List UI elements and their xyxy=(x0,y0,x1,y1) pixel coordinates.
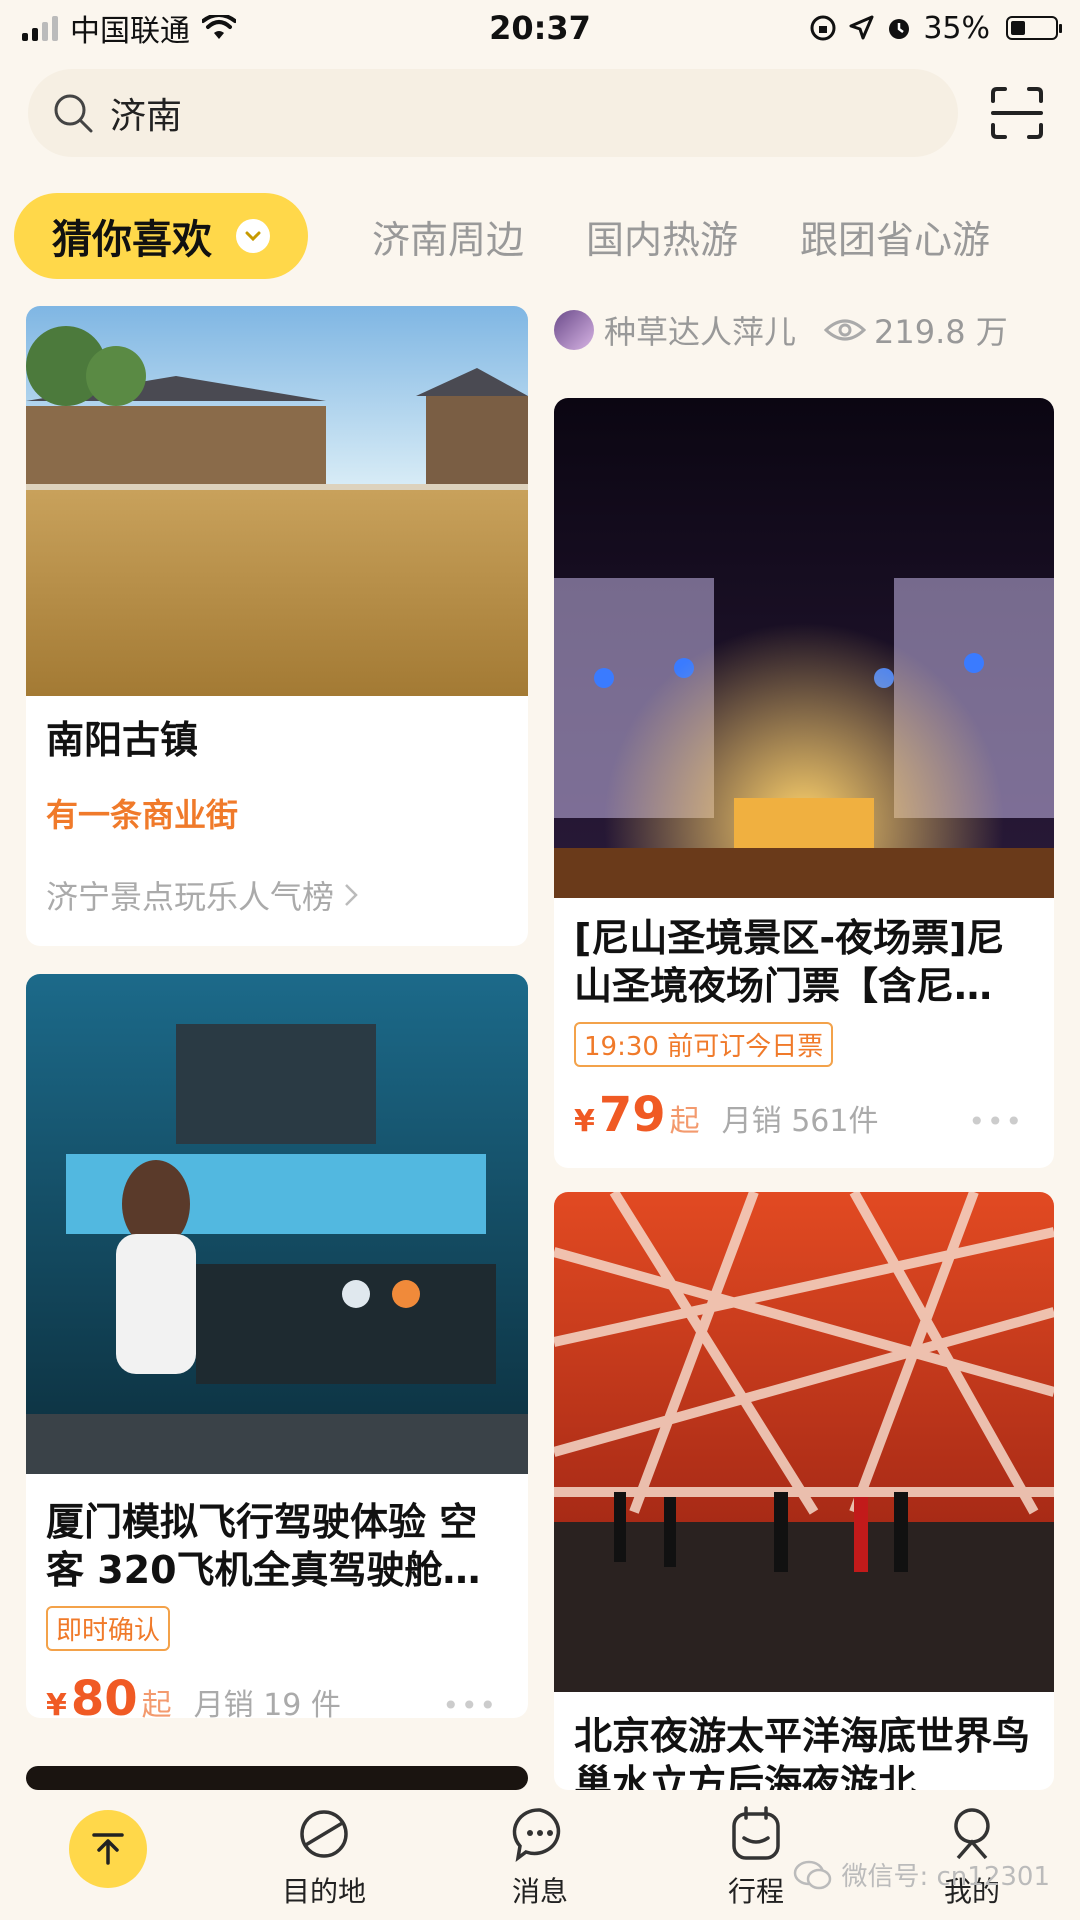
views-value: 219.8 万 xyxy=(874,313,1008,351)
tab-group-tour[interactable]: 跟团省心游 xyxy=(800,209,990,264)
message-icon xyxy=(512,1808,561,1863)
watermark: 微信号: cn12301 xyxy=(793,1856,1050,1893)
price-value: 80 xyxy=(70,1671,138,1718)
card-image xyxy=(26,974,528,1474)
bottom-nav: 目的地 消息 行程 我的 xyxy=(0,1790,1080,1920)
feed-card-beijing-night[interactable]: 北京夜游太平洋海底世界鸟巢水立方后海夜游北 xyxy=(554,1192,1054,1790)
eye-icon xyxy=(824,319,867,341)
feed-card-next[interactable] xyxy=(26,1766,528,1790)
card-title: [尼山圣境景区-夜场票]尼山圣境夜场门票【含尼… xyxy=(574,916,1005,1008)
status-right: 35% xyxy=(809,10,1062,46)
battery-icon xyxy=(1006,16,1062,40)
price-row: ¥ 79 起 月销 561件 ••• xyxy=(574,1087,1034,1143)
ranking-link[interactable]: 济宁景点玩乐人气榜 xyxy=(46,872,508,918)
card-title: 北京夜游太平洋海底世界鸟巢水立方后海夜游北 xyxy=(574,1714,1031,1790)
booking-badge: 19:30 前可订今日票 xyxy=(574,1022,834,1067)
rotation-lock-icon xyxy=(810,15,836,41)
search-value: 济南 xyxy=(110,96,183,137)
scan-button[interactable] xyxy=(982,78,1052,148)
profile-icon xyxy=(954,1808,990,1860)
battery-percent: 35% xyxy=(923,10,990,46)
nav-label: 行程 xyxy=(727,1875,784,1908)
watermark-text: 微信号: cn12301 xyxy=(841,1862,1050,1892)
scan-icon xyxy=(991,87,1043,139)
signal-icon xyxy=(22,15,58,41)
ranking-link-label: 济宁景点玩乐人气榜 xyxy=(46,878,335,916)
card-subtitle: 有一条商业街 xyxy=(46,796,239,834)
status-bar: 中国联通 20:37 35% xyxy=(0,0,1080,56)
card-title: 南阳古镇 xyxy=(46,718,199,762)
tab-domestic-hot[interactable]: 国内热游 xyxy=(586,209,738,264)
feed-card-nanyang[interactable]: 南阳古镇 有一条商业街 济宁景点玩乐人气榜 xyxy=(26,306,528,946)
monthly-sales: 月销 561件 xyxy=(721,1104,879,1139)
price-row: ¥ 80 起 月销 19 件 ••• xyxy=(46,1671,508,1718)
instant-confirm-badge: 即时确认 xyxy=(46,1606,171,1651)
ticket-icon xyxy=(732,1806,780,1860)
tab-active-label: 猜你喜欢 xyxy=(52,217,212,263)
nav-destination[interactable]: 目的地 xyxy=(244,1804,404,1910)
wechat-icon xyxy=(794,1860,832,1889)
price-suffix: 起 xyxy=(141,1688,172,1718)
more-icon[interactable]: ••• xyxy=(968,1105,1024,1138)
back-to-top-icon[interactable] xyxy=(69,1810,147,1888)
avatar xyxy=(554,310,594,350)
tab-jinan-nearby[interactable]: 济南周边 xyxy=(372,209,524,264)
nav-label: 目的地 xyxy=(281,1875,366,1908)
author-name: 种草达人萍儿 xyxy=(604,313,797,351)
card-image xyxy=(26,306,528,696)
search-row: 济南 xyxy=(28,68,1052,158)
chevron-down-icon[interactable] xyxy=(236,219,270,253)
card-image xyxy=(554,398,1054,898)
search-icon xyxy=(54,94,93,133)
currency-symbol: ¥ xyxy=(574,1104,595,1139)
nav-home[interactable] xyxy=(28,1804,188,1888)
price-suffix: 起 xyxy=(669,1104,700,1139)
wifi-icon xyxy=(202,15,236,39)
carrier-label: 中国联通 xyxy=(70,14,190,49)
feed-card-flight-sim[interactable]: 厦门模拟飞行驾驶体验 空客 320飞机全真驾驶舱… 即时确认 ¥ 80 起 月销… xyxy=(26,974,528,1718)
category-tabs: 猜你喜欢 济南周边 国内热游 跟团省心游 xyxy=(14,192,1080,280)
price-value: 79 xyxy=(598,1087,666,1143)
nav-label: 消息 xyxy=(511,1875,568,1908)
alarm-icon xyxy=(889,19,910,39)
planet-icon xyxy=(300,1810,348,1858)
search-input[interactable]: 济南 xyxy=(28,69,958,157)
monthly-sales: 月销 19 件 xyxy=(193,1688,341,1718)
location-icon xyxy=(849,15,874,40)
card-title: 厦门模拟飞行驾驶体验 空客 320飞机全真驾驶舱… xyxy=(46,1500,481,1592)
tab-guess-you-like[interactable]: 猜你喜欢 xyxy=(14,193,308,279)
more-icon[interactable]: ••• xyxy=(442,1689,498,1718)
card-image xyxy=(554,1192,1054,1692)
status-left: 中国联通 xyxy=(22,6,236,50)
views-count: 219.8 万 xyxy=(824,307,1008,353)
author-row[interactable]: 种草达人萍儿 219.8 万 xyxy=(554,298,1054,362)
currency-symbol: ¥ xyxy=(46,1688,67,1718)
nav-messages[interactable]: 消息 xyxy=(460,1804,620,1910)
chevron-right-icon xyxy=(345,884,358,906)
feed-card-nishan[interactable]: [尼山圣境景区-夜场票]尼山圣境夜场门票【含尼… 19:30 前可订今日票 ¥ … xyxy=(554,398,1054,1168)
